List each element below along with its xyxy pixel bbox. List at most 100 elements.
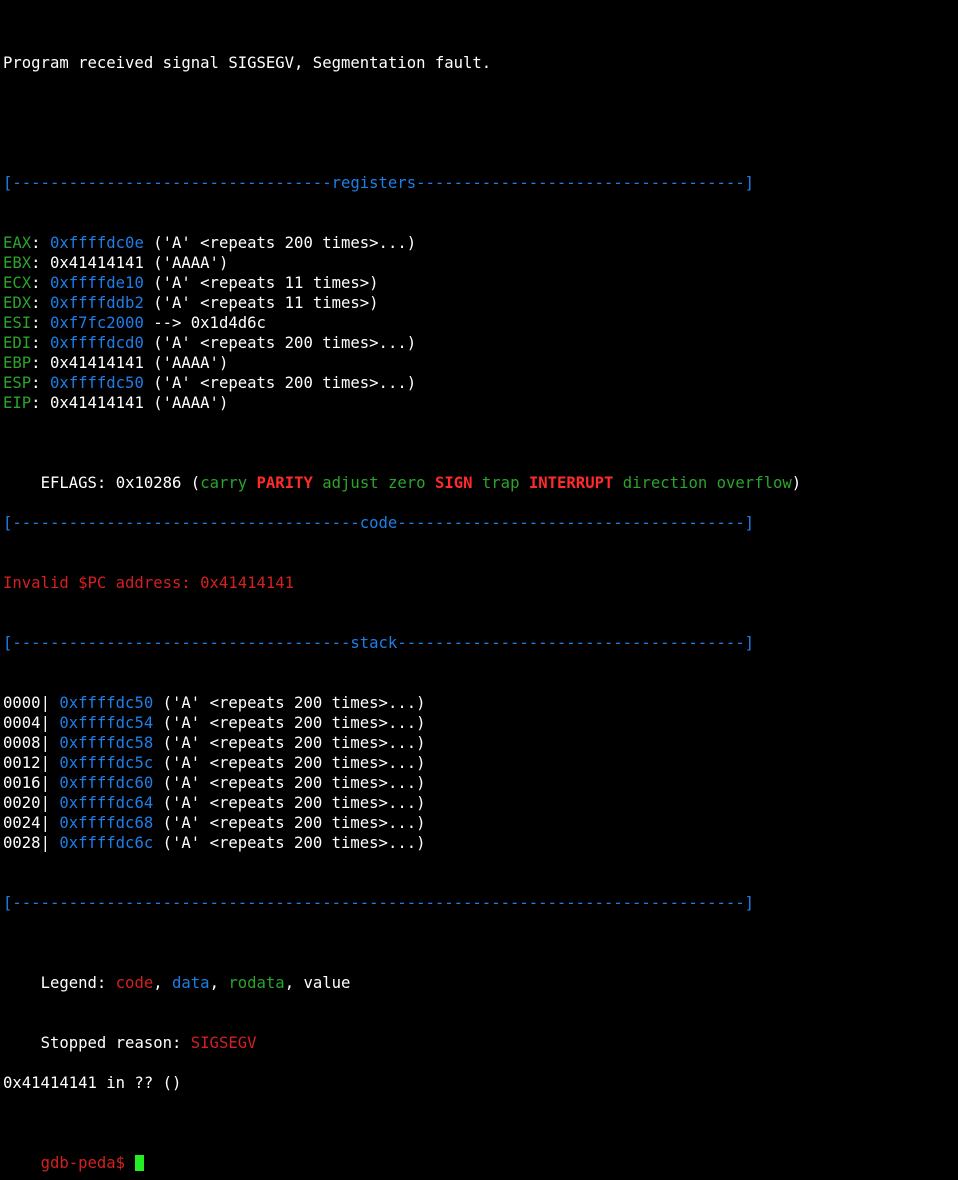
- stack-desc: ('A' <repeats 200 times>...): [153, 834, 426, 852]
- register-name: EDX: [3, 294, 32, 312]
- register-sep: :: [31, 254, 50, 272]
- stack-address: 0xffffdc58: [59, 734, 154, 752]
- flag-space: [247, 474, 256, 492]
- stack-address: 0xffffdc50: [59, 694, 154, 712]
- stack-row: 0008| 0xffffdc58 ('A' <repeats 200 times…: [3, 733, 958, 753]
- register-desc: ('AAAA'): [143, 354, 229, 372]
- stack-sep: |: [40, 694, 60, 712]
- terminal-cursor[interactable]: [135, 1155, 145, 1171]
- legend-code: code: [115, 974, 154, 992]
- register-name: EIP: [3, 394, 32, 412]
- legend-data: data: [172, 974, 210, 992]
- stack-sep: |: [40, 834, 60, 852]
- legend-comma: ,: [209, 974, 229, 992]
- register-desc: ('A' <repeats 11 times>): [143, 294, 379, 312]
- register-value: 0xffffddb2: [49, 294, 144, 312]
- stack-sep: |: [40, 794, 60, 812]
- gdb-prompt: gdb-peda$: [40, 1154, 135, 1172]
- stack-offset: 0028: [3, 834, 41, 852]
- prompt-line[interactable]: gdb-peda$: [3, 1133, 958, 1172]
- stack-row: 0012| 0xffffdc5c ('A' <repeats 200 times…: [3, 753, 958, 773]
- register-row: ECX: 0xffffde10 ('A' <repeats 11 times>): [3, 273, 958, 293]
- register-sep: :: [31, 234, 50, 252]
- legend-comma: ,: [284, 974, 304, 992]
- eflags-flags: carry PARITY adjust zero SIGN trap INTER…: [200, 474, 792, 492]
- stack-offset: 0004: [3, 714, 41, 732]
- register-name: ECX: [3, 274, 32, 292]
- register-value: 0x41414141: [49, 254, 144, 272]
- eflags-open: (: [181, 474, 201, 492]
- stopped-label: Stopped reason:: [40, 1034, 191, 1052]
- register-row: EDI: 0xffffdcd0 ('A' <repeats 200 times>…: [3, 333, 958, 353]
- stack-offset: 0016: [3, 774, 41, 792]
- register-row: EBX: 0x41414141 ('AAAA'): [3, 253, 958, 273]
- register-sep: :: [31, 354, 50, 372]
- register-sep: :: [31, 294, 50, 312]
- stack-desc: ('A' <repeats 200 times>...): [153, 694, 426, 712]
- stack-address: 0xffffdc60: [59, 774, 154, 792]
- stack-desc: ('A' <repeats 200 times>...): [153, 754, 426, 772]
- eflags-close: ): [791, 474, 802, 492]
- flag-space: [613, 474, 622, 492]
- stack-address: 0xffffdc68: [59, 814, 154, 832]
- flag-space: [313, 474, 322, 492]
- stack-desc: ('A' <repeats 200 times>...): [153, 714, 426, 732]
- stopped-reason-line: Stopped reason: SIGSEGV: [3, 1013, 958, 1052]
- stack-desc: ('A' <repeats 200 times>...): [153, 734, 426, 752]
- register-value: 0x41414141: [49, 394, 144, 412]
- register-sep: :: [31, 314, 50, 332]
- flag-space: [426, 474, 435, 492]
- eflag-overflow: overflow: [716, 474, 792, 492]
- stack-row: 0000| 0xffffdc50 ('A' <repeats 200 times…: [3, 693, 958, 713]
- stopped-reason: SIGSEGV: [190, 1034, 257, 1052]
- stack-block: 0000| 0xffffdc50 ('A' <repeats 200 times…: [3, 693, 958, 853]
- register-value: 0xffffde10: [49, 274, 144, 292]
- register-value: 0x41414141: [49, 354, 144, 372]
- register-desc: ('A' <repeats 11 times>): [143, 274, 379, 292]
- legend-line: Legend: code, data, rodata, value: [3, 953, 958, 992]
- stack-offset: 0008: [3, 734, 41, 752]
- register-sep: :: [31, 394, 50, 412]
- register-row: ESP: 0xffffdc50 ('A' <repeats 200 times>…: [3, 373, 958, 393]
- eflag-carry: carry: [200, 474, 248, 492]
- flag-space: [379, 474, 388, 492]
- end-header: [---------------------------------------…: [3, 894, 755, 912]
- stack-sep: |: [40, 734, 60, 752]
- eflags-sep: :: [96, 474, 116, 492]
- eflag-direction: direction: [622, 474, 708, 492]
- stack-sep: |: [40, 774, 60, 792]
- registers-header: [----------------------------------regis…: [3, 174, 755, 192]
- stack-address: 0xffffdc6c: [59, 834, 154, 852]
- eflags-value: 0x10286: [115, 474, 182, 492]
- stack-address: 0xffffdc54: [59, 714, 154, 732]
- register-desc: ('A' <repeats 200 times>...): [143, 334, 417, 352]
- register-name: EBX: [3, 254, 32, 272]
- register-desc: ('A' <repeats 200 times>...): [143, 374, 417, 392]
- stack-desc: ('A' <repeats 200 times>...): [153, 814, 426, 832]
- register-desc: ('AAAA'): [143, 254, 229, 272]
- legend-label: Legend:: [40, 974, 116, 992]
- stack-offset: 0000: [3, 694, 41, 712]
- stack-row: 0024| 0xffffdc68 ('A' <repeats 200 times…: [3, 813, 958, 833]
- register-sep: :: [31, 334, 50, 352]
- register-desc: --> 0x1d4d6c: [143, 314, 266, 332]
- register-value: 0xf7fc2000: [49, 314, 144, 332]
- eflag-zero: zero: [388, 474, 426, 492]
- eflag-trap: trap: [481, 474, 520, 492]
- register-sep: :: [31, 274, 50, 292]
- stack-row: 0020| 0xffffdc64 ('A' <repeats 200 times…: [3, 793, 958, 813]
- register-desc: ('AAAA'): [143, 394, 229, 412]
- stack-row: 0004| 0xffffdc54 ('A' <repeats 200 times…: [3, 713, 958, 733]
- terminal-window[interactable]: Program received signal SIGSEGV, Segment…: [3, 13, 958, 1173]
- stack-offset: 0020: [3, 794, 41, 812]
- stack-row: 0028| 0xffffdc6c ('A' <repeats 200 times…: [3, 833, 958, 853]
- register-row: EAX: 0xffffdc0e ('A' <repeats 200 times>…: [3, 233, 958, 253]
- signal-line: Program received signal SIGSEGV, Segment…: [3, 54, 492, 72]
- stack-sep: |: [40, 814, 60, 832]
- stack-offset: 0024: [3, 814, 41, 832]
- register-value: 0xffffdc50: [49, 374, 144, 392]
- eflag-parity: PARITY: [256, 474, 313, 492]
- register-name: ESI: [3, 314, 32, 332]
- legend-rodata: rodata: [228, 974, 285, 992]
